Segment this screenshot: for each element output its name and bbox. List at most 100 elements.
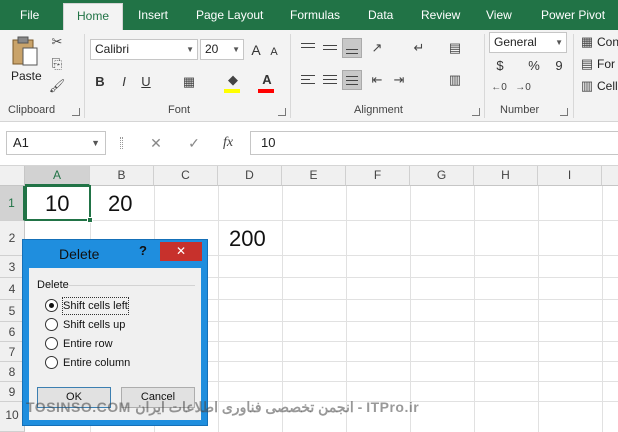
number-launcher[interactable] xyxy=(560,108,568,116)
insert-function-button[interactable]: fx xyxy=(216,131,240,155)
column-header-j[interactable] xyxy=(602,166,618,186)
underline-button[interactable]: U xyxy=(138,72,154,92)
conditional-formatting-icon[interactable]: ▦ xyxy=(578,34,596,50)
decrease-decimal-icon[interactable]: →0 xyxy=(514,80,532,96)
format-as-table-icon[interactable]: ▤ xyxy=(578,56,596,72)
option-entire-row[interactable]: Entire row xyxy=(45,336,155,352)
shrink-font-button[interactable]: A xyxy=(268,42,280,62)
column-header-i[interactable]: I xyxy=(538,166,602,186)
option-shift-cells-up[interactable]: Shift cells up xyxy=(45,317,155,333)
alignment-launcher[interactable] xyxy=(472,108,480,116)
decrease-indent-icon[interactable]: ⇤ xyxy=(368,72,386,88)
merge-icon[interactable]: ▥ xyxy=(446,72,464,88)
column-header-g[interactable]: G xyxy=(410,166,474,186)
italic-button[interactable]: I xyxy=(116,72,132,92)
wrap-text-icon[interactable]: ↵ xyxy=(410,40,428,56)
format-painter-icon[interactable]: 🖌 xyxy=(48,78,66,94)
column-header-e[interactable]: E xyxy=(282,166,346,186)
chevron-down-icon[interactable]: ▼ xyxy=(232,40,240,59)
name-box[interactable]: A1 ▼ xyxy=(6,131,106,155)
bold-button[interactable]: B xyxy=(92,72,108,92)
dialog-body: Delete Shift cells left Shift cells up E… xyxy=(29,268,201,420)
column-header-a[interactable]: A xyxy=(25,166,90,186)
paste-icon[interactable] xyxy=(11,36,39,66)
column-header-f[interactable]: F xyxy=(346,166,410,186)
tab-file[interactable]: File xyxy=(20,0,39,30)
align-middle-icon[interactable] xyxy=(320,38,340,58)
tab-power-pivot[interactable]: Power Pivot xyxy=(541,0,605,30)
column-header-c[interactable]: C xyxy=(154,166,218,186)
clipboard-launcher[interactable] xyxy=(72,108,80,116)
cut-icon[interactable]: ✂ xyxy=(48,34,66,50)
gridline xyxy=(282,186,283,432)
column-header-d[interactable]: D xyxy=(218,166,282,186)
cancel-icon[interactable]: ✕ xyxy=(144,131,168,155)
enter-icon[interactable]: ✓ xyxy=(182,131,206,155)
group-divider xyxy=(69,285,195,286)
radio-button[interactable] xyxy=(45,356,58,369)
font-launcher[interactable] xyxy=(278,108,286,116)
radio-button[interactable] xyxy=(45,318,58,331)
gridline xyxy=(474,186,475,432)
copy-icon[interactable]: ⎘ xyxy=(48,56,66,72)
number-format-combo[interactable]: General ▼ xyxy=(489,32,567,53)
tab-page-layout[interactable]: Page Layout xyxy=(196,0,263,30)
borders-icon[interactable]: ▦ xyxy=(180,74,198,90)
dialog-title-bar[interactable]: Delete ? ✕ xyxy=(23,240,207,268)
align-top-icon[interactable] xyxy=(298,38,318,58)
font-size-combo[interactable]: 20 ▼ xyxy=(200,39,244,60)
currency-button[interactable]: $ xyxy=(492,56,508,76)
option-label: Shift cells left xyxy=(62,297,129,315)
option-shift-cells-left[interactable]: Shift cells left xyxy=(45,297,155,315)
gridline xyxy=(218,186,219,432)
gridline xyxy=(602,186,603,432)
font-name-combo[interactable]: Calibri ▼ xyxy=(90,39,198,60)
tab-review[interactable]: Review xyxy=(421,0,460,30)
cell-d2[interactable]: 200 xyxy=(229,226,266,252)
cell-b1[interactable]: 20 xyxy=(108,191,132,217)
fill-color-icon[interactable]: ◆ xyxy=(224,72,242,88)
option-entire-column[interactable]: Entire column xyxy=(45,355,155,371)
tab-data[interactable]: Data xyxy=(368,0,393,30)
column-header-b[interactable]: B xyxy=(90,166,154,186)
font-name-value: Calibri xyxy=(95,42,130,56)
help-button[interactable]: ? xyxy=(139,243,151,258)
increase-decimal-icon[interactable]: ←0 xyxy=(490,80,508,96)
select-all-corner[interactable] xyxy=(0,166,25,186)
formula-input[interactable]: 10 xyxy=(250,131,618,155)
close-button[interactable]: ✕ xyxy=(160,242,202,261)
format-as-table-button[interactable]: For xyxy=(597,57,615,71)
align-bottom-icon[interactable] xyxy=(342,38,362,58)
grow-font-button[interactable]: A xyxy=(249,40,263,60)
chevron-down-icon[interactable]: ▼ xyxy=(555,33,563,52)
option-label: Entire column xyxy=(63,357,131,369)
cell-styles-icon[interactable]: ▥ xyxy=(578,78,596,94)
font-group-label: Font xyxy=(168,104,191,116)
watermark-text: TOSINSO.COM انجمن تخصصی فناوری اطلاعات ا… xyxy=(26,399,420,415)
align-left-icon[interactable] xyxy=(298,70,318,90)
chevron-down-icon[interactable]: ▼ xyxy=(186,40,194,59)
comma-button[interactable]: 9 xyxy=(552,56,566,76)
fill-handle[interactable] xyxy=(87,217,93,223)
orientation-icon[interactable]: ↗ xyxy=(368,40,386,56)
tab-insert[interactable]: Insert xyxy=(138,0,168,30)
conditional-formatting-button[interactable]: Con xyxy=(597,35,618,49)
fill-color-swatch xyxy=(224,89,240,93)
column-header-h[interactable]: H xyxy=(474,166,538,186)
row-header-1[interactable]: 1 xyxy=(0,186,25,221)
radio-button[interactable] xyxy=(45,337,58,350)
chevron-down-icon[interactable]: ▼ xyxy=(91,132,100,154)
paste-button[interactable]: Paste xyxy=(11,69,42,83)
percent-button[interactable]: % xyxy=(526,56,542,76)
align-center-icon[interactable] xyxy=(320,70,340,90)
cell-styles-button[interactable]: Cell xyxy=(597,79,618,93)
tab-formulas[interactable]: Formulas xyxy=(290,0,340,30)
align-right-icon[interactable] xyxy=(342,70,362,90)
tab-home[interactable]: Home xyxy=(63,3,123,30)
tab-view[interactable]: View xyxy=(486,0,512,30)
formula-bar-grip[interactable] xyxy=(120,137,123,149)
increase-indent-icon[interactable]: ⇥ xyxy=(390,72,408,88)
merge-center-icon[interactable]: ▤ xyxy=(446,40,464,56)
radio-button-checked[interactable] xyxy=(45,299,58,312)
font-color-icon[interactable]: A xyxy=(258,72,276,88)
